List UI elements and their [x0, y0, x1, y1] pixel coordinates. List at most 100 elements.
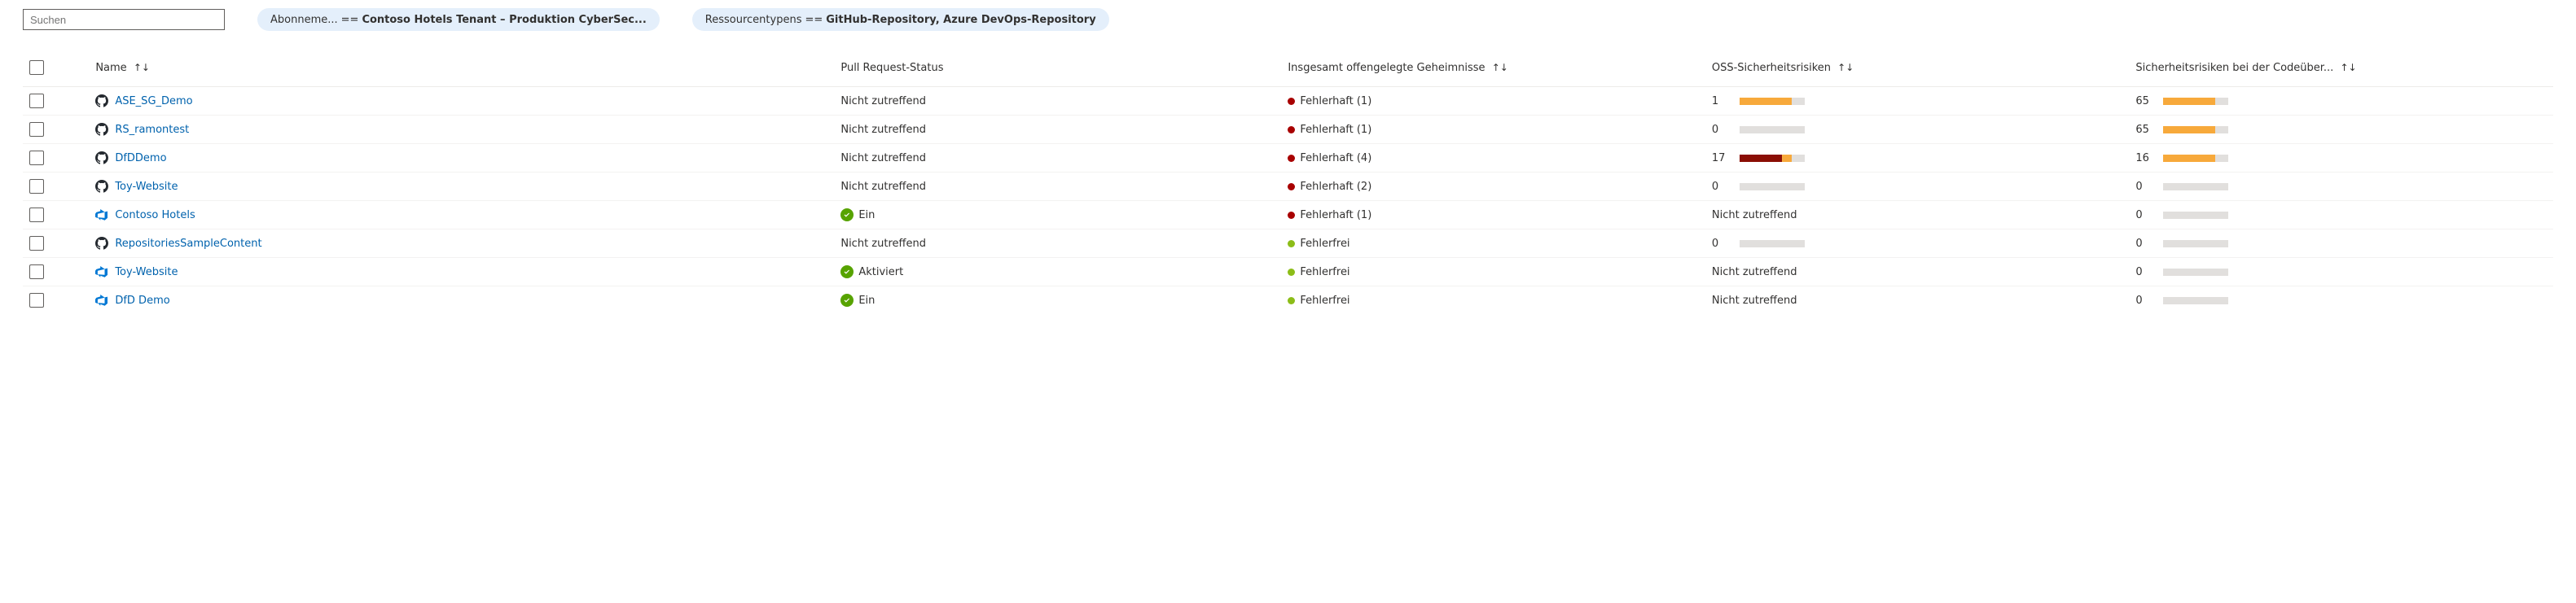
oss-risk-na-text: Nicht zutreffend	[1712, 295, 1797, 307]
sort-icon: ↑↓	[2340, 62, 2356, 73]
github-icon	[95, 123, 108, 136]
select-all-checkbox[interactable]	[29, 60, 44, 75]
github-icon	[95, 237, 108, 250]
row-checkbox[interactable]	[29, 122, 44, 137]
repo-link[interactable]: Toy-Website	[115, 181, 178, 193]
oss-risk-value: 17	[1712, 152, 1731, 164]
header-pr-status[interactable]: Pull Request-Status	[834, 42, 1281, 87]
oss-risk-value: 0	[1712, 238, 1731, 250]
header-name[interactable]: Name ↑↓	[89, 42, 834, 87]
filter-pill-resourcetype[interactable]: Ressourcentypens == GitHub-Repository, A…	[692, 8, 1109, 31]
code-risk-bar	[2163, 183, 2228, 190]
pr-status-text: Ein	[858, 209, 875, 221]
oss-risk-value: 0	[1712, 124, 1731, 136]
search-input[interactable]	[29, 13, 219, 27]
oss-risk-bar	[1740, 183, 1805, 190]
pr-status-text: Nicht zutreffend	[840, 181, 926, 193]
header-checkbox-cell	[23, 42, 89, 87]
pr-status-text: Nicht zutreffend	[840, 238, 926, 250]
pr-status-text: Nicht zutreffend	[840, 95, 926, 107]
repo-link[interactable]: RS_ramontest	[115, 124, 189, 136]
code-risk-bar	[2163, 98, 2228, 105]
repo-link[interactable]: RepositoriesSampleContent	[115, 238, 261, 250]
repo-link[interactable]: ASE_SG_Demo	[115, 95, 192, 107]
code-risk-value: 0	[2135, 238, 2155, 250]
repo-link[interactable]: DfD Demo	[115, 295, 169, 307]
oss-risk-value: 1	[1712, 95, 1731, 107]
secrets-status-text: Fehlerhaft (4)	[1300, 152, 1371, 164]
code-risk-value: 0	[2135, 181, 2155, 193]
secrets-status-text: Fehlerhaft (1)	[1300, 209, 1371, 221]
status-dot-unhealthy	[1288, 126, 1295, 133]
sort-icon: ↑↓	[1492, 62, 1508, 73]
repo-link[interactable]: DfDDemo	[115, 152, 166, 164]
header-secrets[interactable]: Insgesamt offengelegte Geheimnisse ↑↓	[1281, 42, 1705, 87]
code-risk-bar	[2163, 240, 2228, 247]
secrets-status-text: Fehlerhaft (1)	[1300, 124, 1371, 136]
row-checkbox[interactable]	[29, 264, 44, 279]
filter-pill-label: Abonneme...	[270, 14, 338, 26]
oss-risk-na-text: Nicht zutreffend	[1712, 209, 1797, 221]
oss-risk-value: 0	[1712, 181, 1731, 193]
repo-link[interactable]: Contoso Hotels	[115, 209, 195, 221]
pr-status-text: Ein	[858, 295, 875, 307]
table-row: Toy-Website Nicht zutreffend Fehlerhaft (2…	[23, 173, 2553, 201]
table-row: DfD Demo Ein FehlerfreiNicht zutreffend …	[23, 286, 2553, 315]
code-risk-value: 0	[2135, 295, 2155, 307]
header-oss-label: OSS-Sicherheitsrisiken	[1712, 62, 1831, 74]
header-oss[interactable]: OSS-Sicherheitsrisiken ↑↓	[1705, 42, 2130, 87]
status-dot-healthy	[1288, 240, 1295, 247]
pr-status-text: Nicht zutreffend	[840, 124, 926, 136]
check-icon	[840, 294, 854, 307]
code-risk-bar	[2163, 126, 2228, 133]
github-icon	[95, 151, 108, 164]
table-row: RepositoriesSampleContent Nicht zutreffen…	[23, 229, 2553, 258]
secrets-status-text: Fehlerhaft (1)	[1300, 95, 1371, 107]
check-icon	[840, 265, 854, 278]
table-row: DfDDemo Nicht zutreffend Fehlerhaft (4) 17…	[23, 144, 2553, 173]
status-dot-unhealthy	[1288, 183, 1295, 190]
table-row: Toy-Website Aktiviert FehlerfreiNicht zu…	[23, 258, 2553, 286]
table-row: RS_ramontest Nicht zutreffend Fehlerhaft (…	[23, 116, 2553, 144]
filter-pill-value: Contoso Hotels Tenant – Produktion Cyber…	[362, 14, 646, 26]
pr-status-text: Nicht zutreffend	[840, 152, 926, 164]
filter-pill-subscription[interactable]: Abonneme... == Contoso Hotels Tenant – P…	[257, 8, 660, 31]
header-code[interactable]: Sicherheitsrisiken bei der Codeüber... ↑…	[2129, 42, 2553, 87]
filter-pill-value: GitHub-Repository, Azure DevOps-Reposito…	[826, 14, 1095, 26]
azure-devops-icon	[95, 208, 108, 221]
oss-risk-bar	[1740, 126, 1805, 133]
code-risk-value: 65	[2135, 124, 2155, 136]
repo-link[interactable]: Toy-Website	[115, 266, 178, 278]
status-dot-unhealthy	[1288, 98, 1295, 105]
oss-risk-bar	[1740, 240, 1805, 247]
code-risk-bar	[2163, 297, 2228, 304]
header-name-label: Name	[95, 62, 126, 74]
status-dot-healthy	[1288, 269, 1295, 276]
status-dot-healthy	[1288, 297, 1295, 304]
status-dot-unhealthy	[1288, 212, 1295, 219]
code-risk-value: 65	[2135, 95, 2155, 107]
filter-pill-operator: ==	[341, 14, 359, 26]
secrets-status-text: Fehlerfrei	[1300, 295, 1349, 307]
row-checkbox[interactable]	[29, 236, 44, 251]
filter-row: Abonneme... == Contoso Hotels Tenant – P…	[23, 8, 2553, 42]
oss-risk-bar	[1740, 155, 1805, 162]
code-risk-bar	[2163, 155, 2228, 162]
row-checkbox[interactable]	[29, 208, 44, 222]
code-risk-value: 16	[2135, 152, 2155, 164]
row-checkbox[interactable]	[29, 293, 44, 308]
code-risk-bar	[2163, 269, 2228, 276]
row-checkbox[interactable]	[29, 179, 44, 194]
sort-icon: ↑↓	[1837, 62, 1854, 73]
repositories-table: Name ↑↓ Pull Request-Status Insgesamt of…	[23, 42, 2553, 314]
row-checkbox[interactable]	[29, 94, 44, 108]
check-icon	[840, 208, 854, 221]
oss-risk-bar	[1740, 98, 1805, 105]
row-checkbox[interactable]	[29, 151, 44, 165]
search-box[interactable]	[23, 9, 225, 30]
secrets-status-text: Fehlerhaft (2)	[1300, 181, 1371, 193]
code-risk-value: 0	[2135, 209, 2155, 221]
table-row: Contoso Hotels Ein Fehlerhaft (1) Nicht z…	[23, 201, 2553, 229]
filter-pill-label: Ressourcentypens	[705, 14, 802, 26]
secrets-status-text: Fehlerfrei	[1300, 266, 1349, 278]
